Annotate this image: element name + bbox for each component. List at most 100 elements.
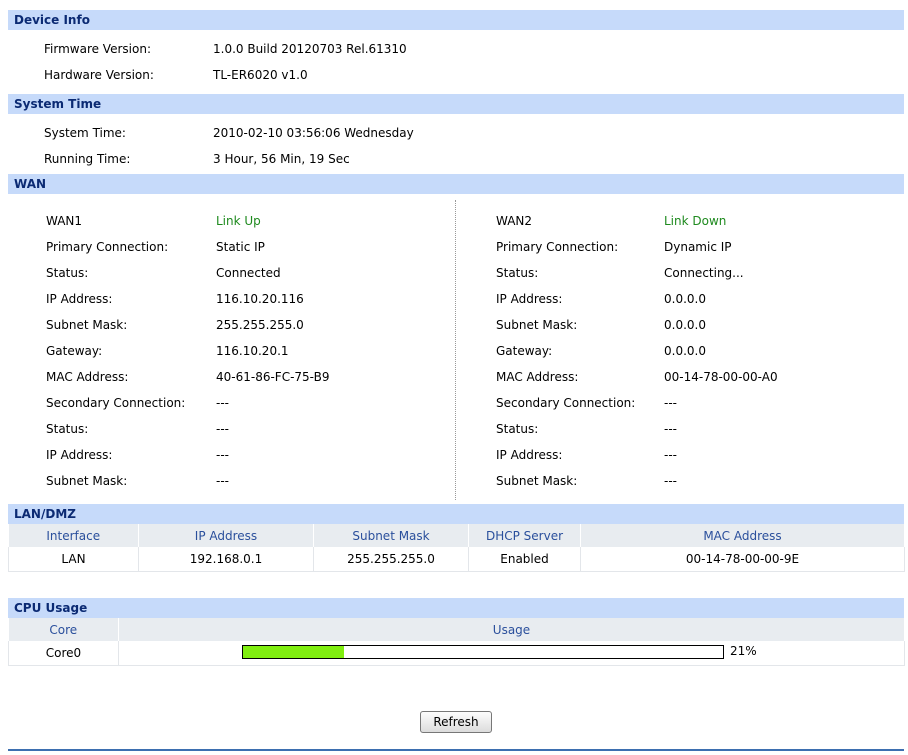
firmware-label: Firmware Version: <box>44 42 151 56</box>
refresh-button[interactable]: Refresh <box>420 711 492 733</box>
wan2-row: IP Address: 0.0.0.0 <box>458 286 898 312</box>
wan1-row: Primary Connection: Static IP <box>8 234 448 260</box>
wan1-row: Subnet Mask: --- <box>8 468 448 494</box>
wan2-row-value: 00-14-78-00-00-A0 <box>664 370 778 384</box>
wan1-row-value: 116.10.20.116 <box>216 292 304 306</box>
wan2-row-label: Subnet Mask: <box>496 474 578 488</box>
wan2-row-label: Subnet Mask: <box>496 318 578 332</box>
running-time-value: 3 Hour, 56 Min, 19 Sec <box>213 152 350 166</box>
wan1-link-status: Link Up <box>216 214 261 228</box>
bottom-divider <box>8 749 904 751</box>
cpu-core-name: Core0 <box>8 641 119 666</box>
wan1-row-value: 40-61-86-FC-75-B9 <box>216 370 330 384</box>
wan1-row-value: 116.10.20.1 <box>216 344 289 358</box>
wan2-row-value: Dynamic IP <box>664 240 732 254</box>
wan2-row-label: IP Address: <box>496 448 563 462</box>
wan2-row-value: 0.0.0.0 <box>664 344 706 358</box>
wan2-row-label: MAC Address: <box>496 370 579 384</box>
system-time-label: System Time: <box>44 126 126 140</box>
wan1-row: Status: --- <box>8 416 448 442</box>
wan2-row-label: Status: <box>496 266 539 280</box>
wan1-row-label: Subnet Mask: <box>46 474 128 488</box>
wan1-row-value: Connected <box>216 266 281 280</box>
lan-col-mask: Subnet Mask <box>313 524 469 547</box>
wan2-row-value: Connecting... <box>664 266 744 280</box>
wan1-row-value: --- <box>216 474 229 488</box>
wan1-row-label: Status: <box>46 266 89 280</box>
wan1-title-row: WAN1 Link Up <box>8 208 448 234</box>
wan2-name: WAN2 <box>496 214 533 228</box>
wan2-row: Secondary Connection: --- <box>458 390 898 416</box>
cpu-col-usage: Usage <box>118 618 905 641</box>
wan1-row: Gateway: 116.10.20.1 <box>8 338 448 364</box>
wan2-row-label: Secondary Connection: <box>496 396 636 410</box>
wan2-row-label: Primary Connection: <box>496 240 619 254</box>
refresh-row: Refresh <box>8 711 904 733</box>
wan2-title-row: WAN2 Link Down <box>458 208 898 234</box>
cpu-table: Core Usage Core0 21% <box>8 618 905 666</box>
lan-table: Interface IP Address Subnet Mask DHCP Se… <box>8 524 905 572</box>
table-row: LAN 192.168.0.1 255.255.255.0 Enabled 00… <box>8 547 905 572</box>
cpu-usage-bar <box>242 645 724 659</box>
wan1-row-value: 255.255.255.0 <box>216 318 304 332</box>
cpu-usage-cell: 21% <box>118 641 905 666</box>
lan-header: LAN/DMZ <box>8 504 904 524</box>
lan-col-ip: IP Address <box>138 524 314 547</box>
cpu-usage-percent: 21% <box>730 644 757 658</box>
lan-col-mac: MAC Address <box>580 524 905 547</box>
wan-divider <box>455 200 456 500</box>
lan-ip: 192.168.0.1 <box>138 547 314 572</box>
wan1-row-value: --- <box>216 448 229 462</box>
wan1-row-label: IP Address: <box>46 292 113 306</box>
cpu-header: CPU Usage <box>8 598 904 618</box>
system-time-value: 2010-02-10 03:56:06 Wednesday <box>213 126 414 140</box>
device-info-header: Device Info <box>8 10 904 30</box>
firmware-row: Firmware Version: 1.0.0 Build 20120703 R… <box>8 36 904 62</box>
status-page: Device Info Firmware Version: 1.0.0 Buil… <box>8 10 905 751</box>
wan2-row-value: 0.0.0.0 <box>664 292 706 306</box>
wan1-row-label: Subnet Mask: <box>46 318 128 332</box>
wan1-row: IP Address: 116.10.20.116 <box>8 286 448 312</box>
wan1-row-label: Primary Connection: <box>46 240 169 254</box>
wan1-row-value: --- <box>216 396 229 410</box>
wan2-row-value: --- <box>664 474 677 488</box>
wan2-row-label: Gateway: <box>496 344 553 358</box>
wan1-row-label: Gateway: <box>46 344 103 358</box>
lan-mac: 00-14-78-00-00-9E <box>580 547 905 572</box>
wan1-row: IP Address: --- <box>8 442 448 468</box>
lan-interface: LAN <box>8 547 139 572</box>
cpu-table-header: Core Usage <box>8 618 905 641</box>
wan-header: WAN <box>8 174 904 194</box>
wan1-row: Status: Connected <box>8 260 448 286</box>
wan2-row: MAC Address: 00-14-78-00-00-A0 <box>458 364 898 390</box>
table-row: Core0 21% <box>8 641 905 666</box>
wan1-row-label: IP Address: <box>46 448 113 462</box>
wan1-row: Secondary Connection: --- <box>8 390 448 416</box>
system-time-row: System Time: 2010-02-10 03:56:06 Wednesd… <box>8 120 904 146</box>
wan1-name: WAN1 <box>46 214 83 228</box>
cpu-usage-fill <box>243 646 344 658</box>
wan1-row-label: MAC Address: <box>46 370 129 384</box>
wan1-row: MAC Address: 40-61-86-FC-75-B9 <box>8 364 448 390</box>
wan1-row-value: --- <box>216 422 229 436</box>
lan-col-interface: Interface <box>8 524 139 547</box>
running-time-label: Running Time: <box>44 152 131 166</box>
wan1-row-label: Status: <box>46 422 89 436</box>
wan2-row: Status: --- <box>458 416 898 442</box>
wan2-row: Subnet Mask: 0.0.0.0 <box>458 312 898 338</box>
wan2-row: Status: Connecting... <box>458 260 898 286</box>
wan2-row-value: --- <box>664 396 677 410</box>
lan-mask: 255.255.255.0 <box>313 547 469 572</box>
system-time-header: System Time <box>8 94 904 114</box>
lan-col-dhcp: DHCP Server <box>468 524 581 547</box>
cpu-col-core: Core <box>8 618 119 641</box>
lan-table-header: Interface IP Address Subnet Mask DHCP Se… <box>8 524 905 547</box>
wan1-row: Subnet Mask: 255.255.255.0 <box>8 312 448 338</box>
lan-dhcp: Enabled <box>468 547 581 572</box>
wan2-row: IP Address: --- <box>458 442 898 468</box>
wan-panel: WAN1 Link Up Primary Connection: Static I… <box>8 194 904 506</box>
wan2-row: Primary Connection: Dynamic IP <box>458 234 898 260</box>
hardware-value: TL-ER6020 v1.0 <box>213 68 308 82</box>
wan2-column: WAN2 Link Down Primary Connection: Dynami… <box>458 208 898 494</box>
wan2-row-value: --- <box>664 448 677 462</box>
